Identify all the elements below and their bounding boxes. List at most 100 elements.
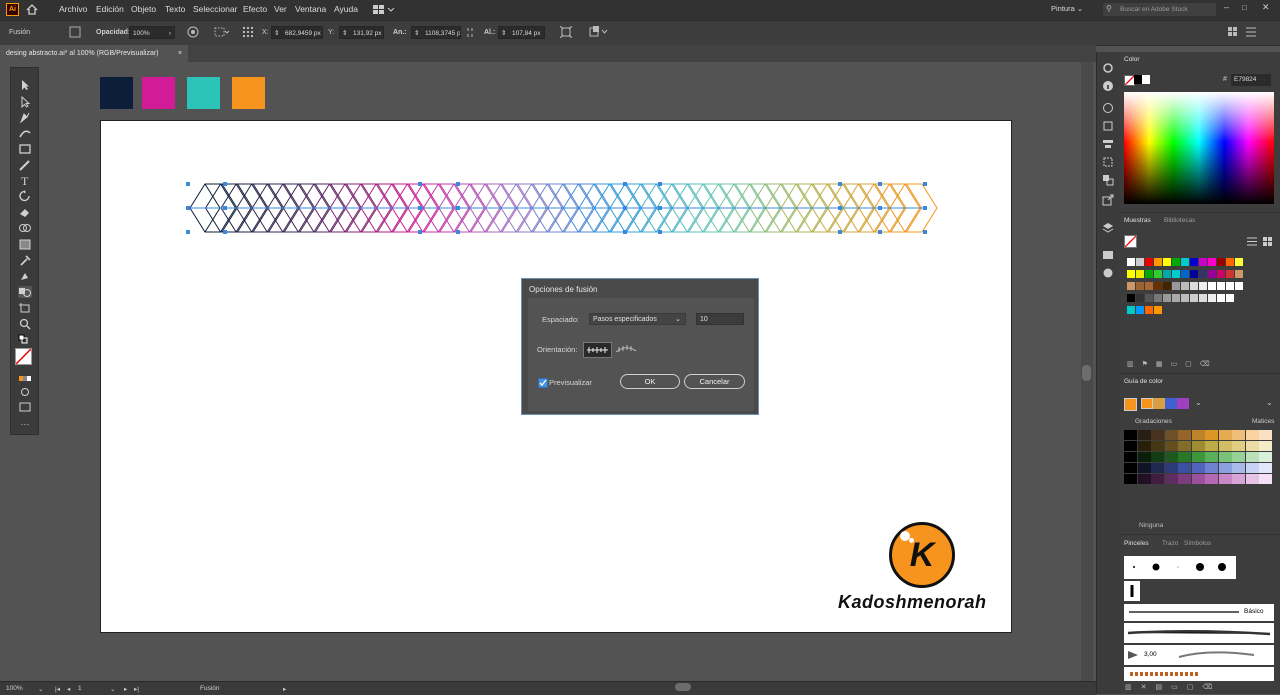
spacing-select[interactable]: Pasos especificados ⌄ <box>589 313 686 325</box>
artboard-number[interactable]: 1 <box>78 685 82 692</box>
guide-swatch[interactable] <box>1232 452 1245 462</box>
guide-swatch[interactable] <box>1137 452 1151 462</box>
swatch[interactable] <box>1145 282 1153 290</box>
swatch[interactable] <box>1154 258 1162 266</box>
stock-search[interactable]: ⚲ Buscar en Adobe Stock <box>1103 3 1216 16</box>
appearance-icon[interactable] <box>1102 102 1114 114</box>
status-menu-arrow[interactable]: ▸ <box>283 685 286 693</box>
document-tab[interactable]: desing abstracto.ai* al 100% (RGB/Previs… <box>0 45 188 62</box>
swatch[interactable] <box>1208 282 1216 290</box>
menu-texto[interactable]: Texto <box>165 4 185 14</box>
guide-swatch[interactable] <box>1151 441 1164 451</box>
eraser-tool-icon[interactable] <box>18 206 32 218</box>
guide-swatch[interactable] <box>1164 430 1178 440</box>
steps-input[interactable]: 10 <box>696 313 744 325</box>
screen-mode-icon[interactable] <box>18 401 32 413</box>
guide-swatch[interactable] <box>1259 430 1272 440</box>
guide-swatch[interactable] <box>1191 463 1205 473</box>
anchor-point[interactable] <box>658 206 662 210</box>
swatch-panel-footer-icons[interactable]: ▥⚑▦▭▢⌫ <box>1127 360 1218 368</box>
anchor-point[interactable] <box>878 182 882 186</box>
menu-ventana[interactable]: Ventana <box>295 4 326 14</box>
layers-icon[interactable] <box>1102 222 1114 234</box>
tab-muestras[interactable]: Muestras <box>1119 214 1156 228</box>
guide-swatch[interactable] <box>1205 430 1218 440</box>
brush-panel-footer-icons[interactable]: ▥✕▤▭▢⌫ <box>1125 683 1221 691</box>
stroke-swatch-icon[interactable] <box>68 25 82 39</box>
anchor-point[interactable] <box>878 206 882 210</box>
panel-options-icon[interactable] <box>1228 27 1238 39</box>
menu-seleccionar[interactable]: Seleccionar <box>193 4 237 14</box>
guide-swatch[interactable] <box>1218 463 1232 473</box>
swatch[interactable] <box>1190 258 1198 266</box>
guide-swatch[interactable] <box>1232 441 1245 451</box>
swatch[interactable] <box>1217 270 1225 278</box>
grid-view-icon[interactable] <box>1263 237 1273 248</box>
menu-objeto[interactable]: Objeto <box>131 4 156 14</box>
first-artboard-button[interactable]: |◂ <box>55 685 60 693</box>
anchor-point[interactable] <box>186 182 190 186</box>
selection-tool-icon[interactable] <box>18 79 32 91</box>
next-artboard-button[interactable]: ▸ <box>124 685 127 693</box>
vertical-scroll-thumb[interactable] <box>1082 365 1091 381</box>
swatch[interactable] <box>1208 270 1216 278</box>
arrange-icon[interactable] <box>589 26 609 40</box>
edit-toolbar-icon[interactable]: ··· <box>18 420 32 432</box>
anchor-point[interactable] <box>838 206 842 210</box>
paintbrush-tool-icon[interactable] <box>18 159 32 171</box>
tab-bibliotecas[interactable]: Bibliotecas <box>1159 214 1200 228</box>
transparency-icon[interactable] <box>1102 249 1114 261</box>
swatch[interactable] <box>1136 306 1144 314</box>
zoom-level[interactable]: 100% <box>6 685 23 692</box>
color-swatch-teal[interactable] <box>187 77 220 109</box>
guide-swatch[interactable] <box>1151 452 1164 462</box>
anchor-point[interactable] <box>923 206 927 210</box>
swatch[interactable] <box>1226 258 1234 266</box>
swatch[interactable] <box>1172 270 1180 278</box>
guide-swatch[interactable] <box>1232 463 1245 473</box>
guide-swatch[interactable] <box>1232 474 1245 484</box>
swatch[interactable] <box>1217 294 1225 302</box>
swatch[interactable] <box>1235 270 1243 278</box>
opacity-field[interactable]: 100% › <box>129 26 175 39</box>
last-artboard-button[interactable]: ▸| <box>134 685 139 693</box>
align-icon[interactable] <box>1102 138 1114 150</box>
list-view-icon[interactable] <box>1247 237 1257 248</box>
harmony-swatch-3[interactable] <box>1165 398 1177 409</box>
type-tool-icon[interactable]: T <box>18 174 32 188</box>
guide-swatch[interactable] <box>1124 463 1137 473</box>
preview-checkbox[interactable] <box>538 378 548 388</box>
swatch[interactable] <box>1190 282 1198 290</box>
rotate-tool-icon[interactable] <box>18 190 32 202</box>
guide-swatch[interactable] <box>1178 463 1191 473</box>
align-to-icon[interactable] <box>214 26 230 40</box>
fill-swatch[interactable] <box>15 348 32 365</box>
guide-swatch[interactable] <box>1178 430 1191 440</box>
guide-swatch[interactable] <box>1178 474 1191 484</box>
draw-mode-icon[interactable] <box>18 386 32 398</box>
guide-swatch[interactable] <box>1191 474 1205 484</box>
harmony-swatch-4[interactable] <box>1177 398 1189 409</box>
harmony-dropdown-icon[interactable]: ⌄ <box>1195 398 1202 407</box>
artboard-dropdown-icon[interactable]: ⌄ <box>110 685 115 693</box>
swatch[interactable] <box>1136 270 1144 278</box>
shape-builder-tool-icon[interactable] <box>18 222 32 234</box>
anchor-point[interactable] <box>186 206 190 210</box>
swatch[interactable] <box>1181 258 1189 266</box>
guide-swatch[interactable] <box>1245 441 1259 451</box>
guide-swatch[interactable] <box>1164 474 1178 484</box>
swatch[interactable] <box>1127 282 1135 290</box>
anchor-point[interactable] <box>838 230 842 234</box>
harmony-swatch-1[interactable] <box>1141 398 1153 409</box>
menu-efecto[interactable]: Efecto <box>243 4 267 14</box>
color-mode-icons[interactable] <box>18 373 32 385</box>
swatch[interactable] <box>1199 282 1207 290</box>
previous-artboard-button[interactable]: ◂ <box>67 685 70 693</box>
swatch[interactable] <box>1199 258 1207 266</box>
guide-swatch[interactable] <box>1205 474 1218 484</box>
decorative-brush-row[interactable] <box>1124 667 1274 681</box>
guide-swatch[interactable] <box>1259 463 1272 473</box>
guide-swatch[interactable] <box>1124 441 1137 451</box>
cancel-button[interactable]: Cancelar <box>684 374 745 389</box>
swatch[interactable] <box>1154 282 1162 290</box>
